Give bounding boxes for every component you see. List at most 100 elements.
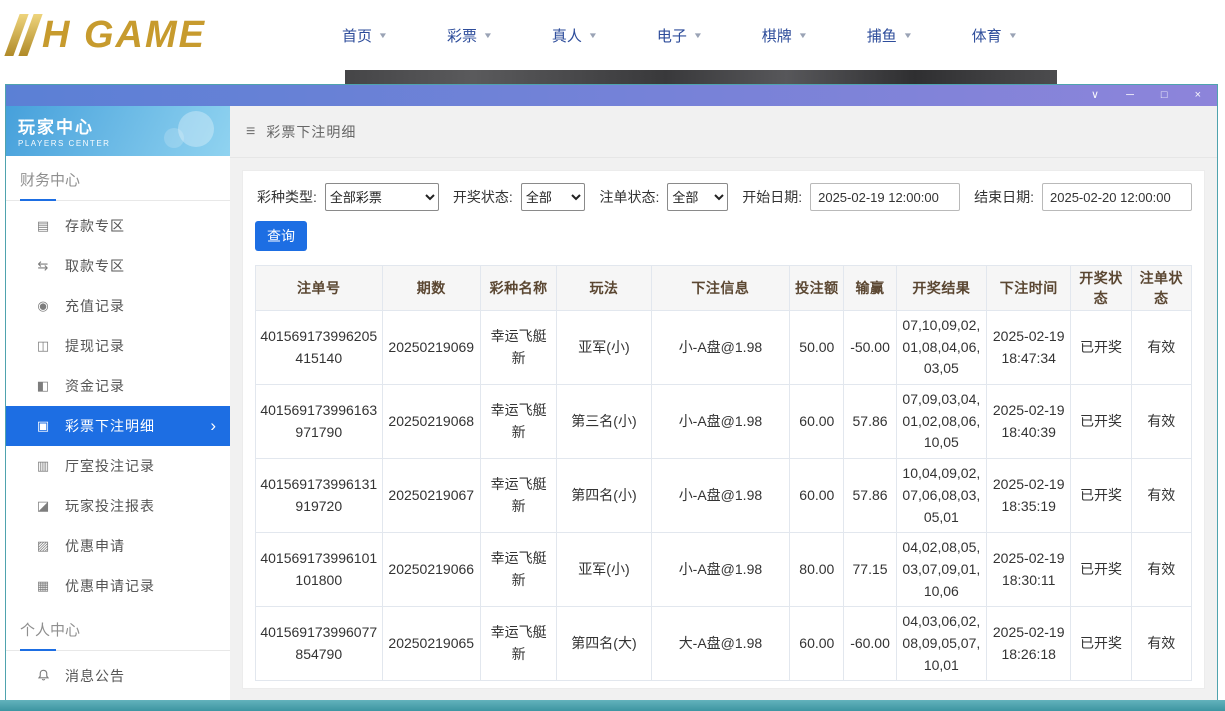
sidebar-item-recharge-records[interactable]: ◉充值记录 bbox=[6, 286, 230, 326]
sidebar-item-promo-apply[interactable]: ▨优惠申请 bbox=[6, 526, 230, 566]
caret-down-icon: ▼ bbox=[588, 31, 598, 40]
topbar: H GAME 首页▼彩票▼真人▼电子▼棋牌▼捕鱼▼体育▼ bbox=[0, 0, 1225, 70]
table-cell: 幸运飞艇新 bbox=[480, 533, 556, 607]
decor-circle bbox=[164, 128, 184, 148]
sidebar-header: 玩家中心 PLAYERS CENTER bbox=[6, 106, 230, 156]
table-cell: 小-A盘@1.98 bbox=[651, 459, 790, 533]
table-cell: 401569173996077854790 bbox=[256, 607, 383, 681]
table-cell: 已开奖 bbox=[1071, 385, 1131, 459]
sidebar-item-funds-records[interactable]: ◧ 资金记录 bbox=[6, 366, 230, 406]
gamepad-icon bbox=[178, 111, 214, 147]
sidebar-item-withdraw-zone[interactable]: ⇆ 取款专区 bbox=[6, 246, 230, 286]
lottery-type-select[interactable]: 全部彩票 bbox=[325, 183, 439, 211]
table-cell: 401569173996131919720 bbox=[256, 459, 383, 533]
nav-item[interactable]: 棋牌 ▼ bbox=[762, 25, 807, 46]
nav-item[interactable]: 彩票 ▼ bbox=[447, 25, 492, 46]
table-cell: 80.00 bbox=[790, 533, 844, 607]
sidebar-item-message-notice[interactable]: 消息公告 bbox=[6, 656, 230, 696]
table-cell: 小-A盘@1.98 bbox=[651, 385, 790, 459]
column-header: 玩法 bbox=[557, 266, 651, 311]
notice-icon bbox=[34, 668, 52, 685]
nav-item-label: 棋牌 bbox=[762, 25, 792, 46]
main-content: ≡ 彩票下注明细 彩种类型:全部彩票开奖状态:全部注单状态:全部开始日期:结束日… bbox=[230, 106, 1217, 701]
table-cell: 小-A盘@1.98 bbox=[651, 311, 790, 385]
table-cell: 401569173996163971790 bbox=[256, 385, 383, 459]
table-cell: 大-A盘@1.98 bbox=[651, 607, 790, 681]
table-cell: 04,02,08,05,03,07,09,01,10,06 bbox=[896, 533, 986, 607]
sidebar-item-withdrawal-records[interactable]: ◫提现记录 bbox=[6, 326, 230, 366]
table-cell: 60.00 bbox=[790, 385, 844, 459]
window-titlebar: ∨ ─ □ × bbox=[6, 85, 1217, 106]
table-cell: 幸运飞艇新 bbox=[480, 311, 556, 385]
column-header: 输赢 bbox=[844, 266, 896, 311]
draw-status-select-label: 开奖状态: bbox=[453, 187, 513, 207]
table-cell: 第四名(大) bbox=[557, 607, 651, 681]
window-maximize-button[interactable]: □ bbox=[1161, 90, 1168, 101]
caret-down-icon: ▼ bbox=[483, 31, 493, 40]
sidebar-item-lottery-bet-details[interactable]: ▣ 彩票下注明细 › bbox=[6, 406, 230, 446]
table-cell: -60.00 bbox=[844, 607, 896, 681]
caret-down-icon: ▼ bbox=[798, 31, 808, 40]
sidebar-item-player-bet-report[interactable]: ◪玩家投注报表 bbox=[6, 486, 230, 526]
lottery-bet-detail-icon: ▣ bbox=[34, 418, 52, 434]
table-cell: 07,10,09,02,01,08,04,06,03,05 bbox=[896, 311, 986, 385]
sidebar-item-label: 取款专区 bbox=[65, 256, 125, 276]
sidebar-item-hall-bet-records[interactable]: ▥厅室投注记录 bbox=[6, 446, 230, 486]
withdraw-icon: ⇆ bbox=[34, 258, 52, 274]
nav-item-label: 首页 bbox=[342, 25, 372, 46]
deposit-icon: ▤ bbox=[34, 218, 52, 234]
content-card: 彩种类型:全部彩票开奖状态:全部注单状态:全部开始日期:结束日期: 查询 注单号… bbox=[242, 170, 1205, 689]
sidebar-section-title: 个人中心 bbox=[6, 606, 230, 651]
sidebar-item-deposit-zone[interactable]: ▤存款专区 bbox=[6, 206, 230, 246]
start-date-input[interactable] bbox=[810, 183, 960, 211]
nav-item[interactable]: 电子▼ bbox=[657, 25, 702, 46]
table-cell: 已开奖 bbox=[1071, 607, 1131, 681]
sidebar-item-label: 优惠申请 bbox=[65, 536, 125, 556]
table-cell: 有效 bbox=[1131, 385, 1191, 459]
table-cell: 小-A盘@1.98 bbox=[651, 533, 790, 607]
nav-item[interactable]: 体育▼ bbox=[972, 25, 1017, 46]
sidebar-item-label: 资金记录 bbox=[65, 376, 125, 396]
nav-item-label: 捕鱼 bbox=[867, 25, 897, 46]
table-cell: 亚军(小) bbox=[557, 311, 651, 385]
menu-icon[interactable]: ≡ bbox=[246, 123, 255, 141]
logo-text: H GAME bbox=[42, 14, 206, 57]
end-date-input[interactable] bbox=[1042, 183, 1192, 211]
caret-down-icon: ▼ bbox=[378, 31, 388, 40]
window-bottom-frame bbox=[0, 700, 1225, 711]
sidebar-item-label: 彩票下注明细 bbox=[65, 416, 155, 436]
player-bet-report-icon: ◪ bbox=[34, 498, 52, 514]
recharge-record-icon: ◉ bbox=[34, 298, 52, 314]
table-cell: 50.00 bbox=[790, 311, 844, 385]
table-row: 40156917399620541514020250219069幸运飞艇新亚军(… bbox=[256, 311, 1192, 385]
table-row: 40156917399610110180020250219066幸运飞艇新亚军(… bbox=[256, 533, 1192, 607]
draw-status-select[interactable]: 全部 bbox=[521, 183, 586, 211]
sidebar-item-label: 提现记录 bbox=[65, 336, 125, 356]
nav-item-label: 彩票 bbox=[447, 25, 477, 46]
page-header: ≡ 彩票下注明细 bbox=[230, 106, 1217, 158]
sidebar-item-promo-apply-records[interactable]: ▦优惠申请记录 bbox=[6, 566, 230, 606]
promo-record-icon: ▦ bbox=[34, 578, 52, 594]
table-cell: 亚军(小) bbox=[557, 533, 651, 607]
window-close-button[interactable]: × bbox=[1195, 90, 1201, 101]
nav-item[interactable]: 捕鱼▼ bbox=[867, 25, 912, 46]
order-status-select[interactable]: 全部 bbox=[667, 183, 728, 211]
window-controls: ∨ ─ □ × bbox=[1091, 90, 1201, 101]
table-cell: 已开奖 bbox=[1071, 533, 1131, 607]
nav-item-label: 电子 bbox=[657, 25, 687, 46]
window-collapse-button[interactable]: ∨ bbox=[1091, 90, 1099, 101]
nav-item-label: 体育 bbox=[972, 25, 1002, 46]
brand-logo[interactable]: H GAME bbox=[12, 14, 284, 57]
funds-record-icon: ◧ bbox=[34, 378, 52, 394]
sidebar: 玩家中心 PLAYERS CENTER 财务中心▤存款专区⇆取款专区◉充值记录◫… bbox=[6, 106, 230, 701]
chevron-right-icon: › bbox=[210, 416, 216, 436]
table-cell: 60.00 bbox=[790, 607, 844, 681]
query-button[interactable]: 查询 bbox=[255, 221, 307, 251]
main-nav: 首页▼彩票▼真人▼电子▼棋牌▼捕鱼▼体育▼ bbox=[342, 25, 1017, 46]
nav-item[interactable]: 首页 ▼ bbox=[342, 25, 387, 46]
nav-item[interactable]: 真人▼ bbox=[552, 25, 597, 46]
window-minimize-button[interactable]: ─ bbox=[1126, 90, 1134, 101]
table-cell: 401569173996101101800 bbox=[256, 533, 383, 607]
bets-table: 注单号期数彩种名称玩法下注信息投注额输赢开奖结果下注时间开奖状态注单状态4015… bbox=[255, 265, 1192, 681]
table-cell: 2025-02-19 18:30:11 bbox=[987, 533, 1071, 607]
